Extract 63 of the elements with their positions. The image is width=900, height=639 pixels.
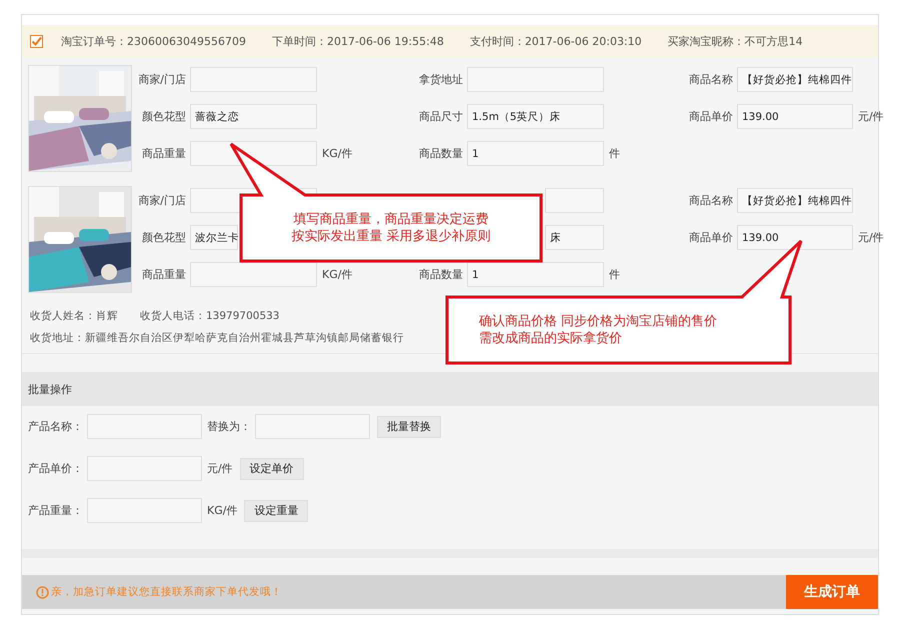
input-field[interactable]: 【好货必抢】纯棉四件 (737, 67, 853, 92)
tooltip-text: 确认商品价格 同步价格为淘宝店铺的售价 (479, 313, 718, 330)
tooltip-text: 按实际发出重量 采用多退少补原则 (291, 228, 491, 245)
order-info: 买家淘宝昵称：不可方思14 (668, 34, 803, 48)
input-field[interactable]: 床 (545, 225, 604, 250)
input-field[interactable] (190, 67, 317, 92)
input-field[interactable] (87, 498, 202, 523)
field-label: 商家/门店 (137, 72, 186, 87)
input-field[interactable] (87, 456, 202, 481)
field-label: 商品重量 (141, 267, 186, 282)
receiver-name: 收货人姓名：肖辉 (30, 309, 118, 323)
field-label: 商品尺寸 (418, 109, 463, 124)
input-field[interactable] (190, 262, 317, 287)
input-field[interactable]: 1 (467, 141, 604, 166)
input-field[interactable] (87, 414, 202, 439)
input-field[interactable]: 1.5m（5英尺）床 (467, 104, 604, 129)
field-label: 商品名称 (688, 193, 733, 208)
unit-label: 元/件 (207, 461, 233, 476)
unit-label: 件 (609, 146, 620, 161)
input-field[interactable]: 1 (467, 262, 604, 287)
field-label: 商品名称 (688, 72, 733, 87)
checkbox[interactable] (30, 34, 43, 48)
field-label: 商家/门店 (137, 193, 186, 208)
unit-label: KG/件 (322, 267, 352, 282)
notice-text: 亲，加急订单建议您直接联系商家下单代发哦！ (51, 585, 282, 599)
unit-label: 元/件 (858, 230, 884, 245)
action-button[interactable]: 设定重量 (244, 500, 308, 522)
tooltip-text: 填写商品重量，商品重量决定运费 (294, 211, 488, 228)
input-field[interactable]: 蔷薇之恋 (190, 104, 317, 129)
field-label: 商品数量 (418, 267, 463, 282)
field-label: 商品单价 (688, 230, 733, 245)
input-field[interactable] (190, 141, 317, 166)
receiver-address: 收货地址：新疆维吾尔自治区伊犁哈萨克自治州霍城县芦草沟镇邮局储蓄银行 (30, 331, 404, 345)
unit-label: KG/件 (207, 503, 238, 518)
field-label: 商品单价 (688, 109, 733, 124)
input-field[interactable] (255, 414, 370, 439)
order-info: 支付时间：2017-06-06 20:03:10 (470, 34, 642, 48)
input-field[interactable]: 139.00 (737, 104, 853, 129)
unit-label: 件 (609, 267, 620, 282)
field-label: 产品重量： (28, 503, 83, 518)
input-field[interactable]: 【好货必抢】纯棉四件 (737, 188, 853, 213)
receiver-phone: 收货人电话：13979700533 (140, 309, 280, 323)
warning-icon (36, 586, 49, 598)
section-title: 批量操作 (22, 372, 878, 406)
order-info: 淘宝订单号：23060063049556709 (61, 34, 246, 48)
field-label: 产品名称： (28, 419, 83, 434)
tooltip-text: 需改成商品的实际拿货价 (479, 330, 622, 347)
input-field[interactable] (545, 188, 604, 213)
unit-label: KG/件 (322, 146, 352, 161)
input-field[interactable] (467, 67, 604, 92)
action-button[interactable]: 批量替换 (377, 416, 441, 438)
field-label: 颜色花型 (141, 109, 186, 124)
field-label: 商品数量 (418, 146, 463, 161)
unit-label: 元/件 (858, 109, 884, 124)
input-field[interactable]: 139.00 (737, 225, 853, 250)
order-info: 下单时间：2017-06-06 19:55:48 (272, 34, 444, 48)
field-label: 商品重量 (141, 146, 186, 161)
field-label: 颜色花型 (141, 230, 186, 245)
field-label: 替换为： (207, 419, 251, 434)
action-button[interactable]: 设定单价 (240, 458, 304, 480)
field-label: 拿货地址 (418, 72, 463, 87)
input-field[interactable]: 波尔兰卡 (190, 225, 238, 250)
field-label: 产品单价： (28, 461, 83, 476)
